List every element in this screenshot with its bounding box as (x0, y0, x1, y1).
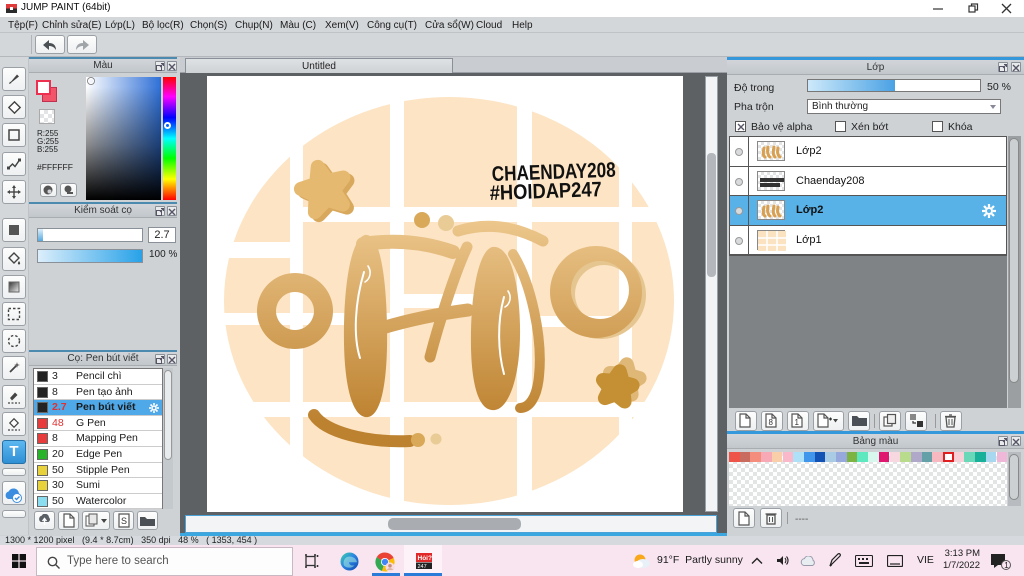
svg-text:S: S (121, 516, 127, 526)
svg-text:247: 247 (418, 564, 427, 569)
svg-text:1: 1 (795, 418, 800, 427)
svg-text:8: 8 (769, 418, 774, 427)
svg-text:#HOIDAP247: #HOIDAP247 (489, 178, 602, 205)
svg-text:Hỏi?: Hỏi? (418, 555, 432, 562)
svg-text:1: 1 (1004, 561, 1009, 570)
